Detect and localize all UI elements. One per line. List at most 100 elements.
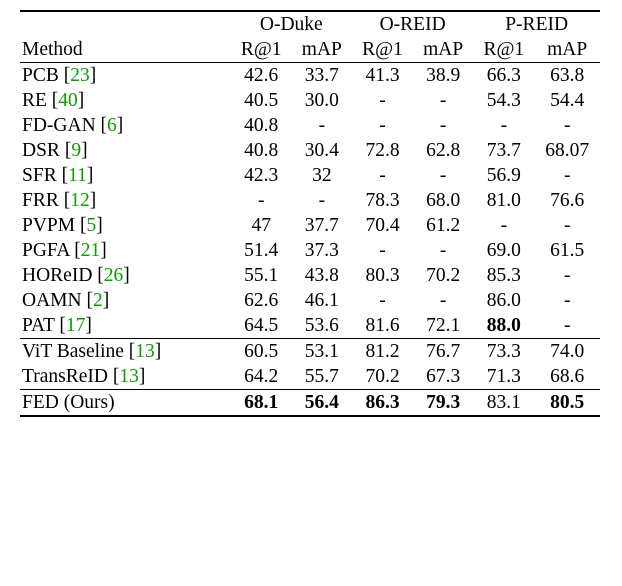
cell: 60.5 (231, 339, 292, 365)
table-row: DSR [9] 40.8 30.4 72.8 62.8 73.7 68.07 (20, 138, 600, 163)
cell: - (352, 238, 413, 263)
table-row: PVPM [5] 47 37.7 70.4 61.2 - - (20, 213, 600, 238)
cell: 83.1 (473, 390, 534, 417)
method-name: SFR (22, 165, 57, 186)
citation-link[interactable]: 13 (135, 341, 155, 362)
cell: 62.8 (413, 138, 473, 163)
method-name: TransReID (22, 366, 108, 387)
cell: - (413, 238, 473, 263)
cell: 30.4 (292, 138, 352, 163)
cell: 68.1 (231, 390, 292, 417)
cell: 80.5 (534, 390, 600, 417)
cell: 81.0 (473, 188, 534, 213)
cell: 68.0 (413, 188, 473, 213)
cell: - (352, 163, 413, 188)
cell: 70.4 (352, 213, 413, 238)
citation-link[interactable]: 11 (68, 165, 87, 186)
table-row: RE [40] 40.5 30.0 - - 54.3 54.4 (20, 88, 600, 113)
col-sub: mAP (413, 37, 473, 63)
citation-link[interactable]: 40 (58, 90, 78, 111)
table-row: OAMN [2] 62.6 46.1 - - 86.0 - (20, 288, 600, 313)
citation-link[interactable]: 5 (87, 215, 97, 236)
cell: 41.3 (352, 63, 413, 89)
table-row: ViT Baseline [13] 60.5 53.1 81.2 76.7 73… (20, 339, 600, 365)
cell: - (292, 188, 352, 213)
cell: 64.2 (231, 364, 292, 390)
cell: - (352, 288, 413, 313)
table-row: TransReID [13] 64.2 55.7 70.2 67.3 71.3 … (20, 364, 600, 390)
col-sub: R@1 (231, 37, 292, 63)
cell: - (534, 313, 600, 339)
cell: 38.9 (413, 63, 473, 89)
cell: 53.6 (292, 313, 352, 339)
cell: 86.3 (352, 390, 413, 417)
col-sub: R@1 (473, 37, 534, 63)
method-name: RE (22, 90, 47, 111)
cell: 47 (231, 213, 292, 238)
cell: 88.0 (473, 313, 534, 339)
table-row: FED (Ours) 68.1 56.4 86.3 79.3 83.1 80.5 (20, 390, 600, 417)
table-row: PAT [17] 64.5 53.6 81.6 72.1 88.0 - (20, 313, 600, 339)
citation-link[interactable]: 12 (70, 190, 90, 211)
cell: 66.3 (473, 63, 534, 89)
method-name: PGFA (22, 240, 69, 261)
cell: - (413, 88, 473, 113)
cell: 54.4 (534, 88, 600, 113)
method-name: HOReID (22, 265, 92, 286)
cell: 40.5 (231, 88, 292, 113)
method-name: DSR (22, 140, 60, 161)
col-group-oreid: O-REID (352, 11, 473, 37)
cell: 64.5 (231, 313, 292, 339)
col-sub: mAP (292, 37, 352, 63)
method-name: OAMN (22, 290, 82, 311)
cell: - (534, 213, 600, 238)
cell: 85.3 (473, 263, 534, 288)
citation-link[interactable]: 13 (119, 366, 139, 387)
cell: 37.7 (292, 213, 352, 238)
col-group-preid: P-REID (473, 11, 600, 37)
cell: 73.7 (473, 138, 534, 163)
citation-link[interactable]: 23 (70, 65, 90, 86)
cell: 72.8 (352, 138, 413, 163)
method-name: FRR (22, 190, 59, 211)
col-sub: R@1 (352, 37, 413, 63)
citation-link[interactable]: 21 (81, 240, 101, 261)
cell: 42.6 (231, 63, 292, 89)
cell: 74.0 (534, 339, 600, 365)
cell: 30.0 (292, 88, 352, 113)
cell: 32 (292, 163, 352, 188)
cell: - (534, 263, 600, 288)
cell: 40.8 (231, 113, 292, 138)
citation-link[interactable]: 6 (107, 115, 117, 136)
cell: 40.8 (231, 138, 292, 163)
citation-link[interactable]: 26 (104, 265, 124, 286)
cell: 54.3 (473, 88, 534, 113)
citation-link[interactable]: 17 (66, 315, 86, 336)
results-table: O-Duke O-REID P-REID Method R@1 mAP R@1 … (20, 10, 600, 417)
cell: - (352, 88, 413, 113)
cell: - (473, 113, 534, 138)
cell: 72.1 (413, 313, 473, 339)
table-row: FD-GAN [6] 40.8 - - - - - (20, 113, 600, 138)
cell: - (413, 288, 473, 313)
cell: 56.9 (473, 163, 534, 188)
method-name: ViT Baseline (22, 341, 124, 362)
cell: 56.4 (292, 390, 352, 417)
citation-link[interactable]: 9 (71, 140, 81, 161)
cell: 76.6 (534, 188, 600, 213)
table-row: SFR [11] 42.3 32 - - 56.9 - (20, 163, 600, 188)
method-name: PAT (22, 315, 55, 336)
citation-link[interactable]: 2 (93, 290, 103, 311)
cell: 43.8 (292, 263, 352, 288)
table-row: HOReID [26] 55.1 43.8 80.3 70.2 85.3 - (20, 263, 600, 288)
cell: 53.1 (292, 339, 352, 365)
cell: 79.3 (413, 390, 473, 417)
cell: 61.2 (413, 213, 473, 238)
cell: 80.3 (352, 263, 413, 288)
cell: 63.8 (534, 63, 600, 89)
cell: 62.6 (231, 288, 292, 313)
cell: 55.1 (231, 263, 292, 288)
cell: - (413, 163, 473, 188)
cell: 73.3 (473, 339, 534, 365)
cell: 68.07 (534, 138, 600, 163)
